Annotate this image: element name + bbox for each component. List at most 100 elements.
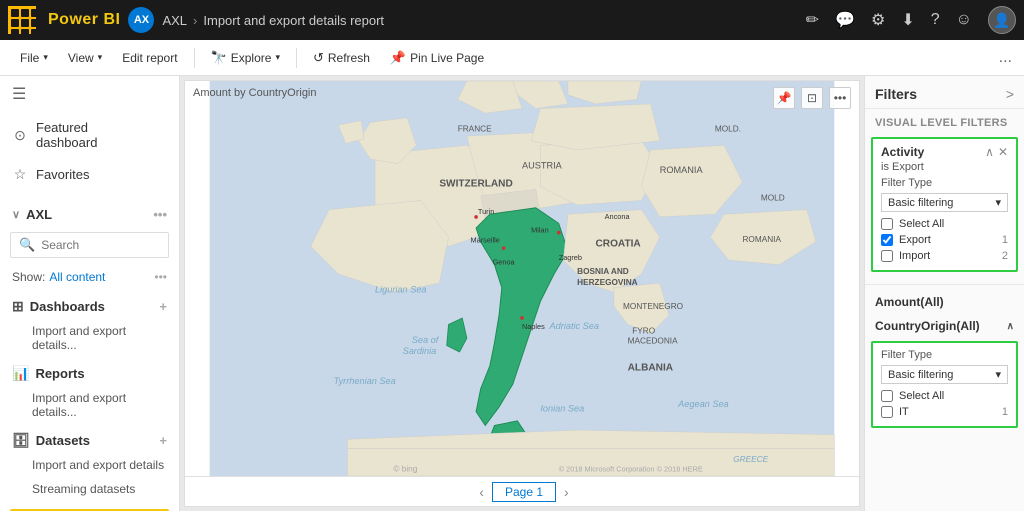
sidebar-section-dashboards[interactable]: ⊞ Dashboards + [0, 290, 179, 319]
svg-text:Marseille: Marseille [471, 236, 500, 245]
svg-text:ROMANIA: ROMANIA [660, 165, 704, 175]
activity-import-row: Import 2 [881, 248, 1008, 264]
edit-report-button[interactable]: Edit report [114, 47, 185, 69]
activity-filter-actions: ∧ ✕ [985, 145, 1008, 159]
sidebar-item-dataset-sub2[interactable]: Streaming datasets [0, 477, 179, 501]
view-button[interactable]: View ▾ [60, 47, 110, 69]
country-it-checkbox[interactable] [881, 406, 893, 418]
pin-live-button[interactable]: 📌 Pin Live Page [382, 46, 492, 70]
country-filter-type-dropdown[interactable]: Basic filtering ▾ [881, 365, 1008, 384]
dashboards-add[interactable]: + [159, 299, 167, 314]
pencil-icon[interactable]: ✏ [806, 10, 819, 30]
svg-text:Adriatic Sea: Adriatic Sea [549, 321, 599, 331]
map-container: SWITZERLAND AUSTRIA ROMANIA CROATIA BOSN… [185, 81, 859, 476]
section-axl-label: AXL [26, 207, 52, 222]
help-icon[interactable]: ? [931, 11, 940, 29]
activity-export-count: 1 [1002, 234, 1008, 246]
toolbar-more-button[interactable]: ... [999, 49, 1012, 67]
svg-text:Ionian Sea: Ionian Sea [540, 404, 584, 414]
amount-filter-label: Amount(All) [865, 289, 1024, 315]
user-avatar[interactable]: 👤 [988, 6, 1016, 34]
more-button[interactable]: ••• [829, 87, 851, 109]
featured-icon: ⊙ [12, 127, 28, 144]
svg-text:Tyrrhenian Sea: Tyrrhenian Sea [334, 376, 396, 386]
top-bar-icons: ✏ 💬 ⚙ ⬇ ? ☺ 👤 [806, 6, 1016, 34]
report-toolbar: 📌 ⊡ ••• [773, 87, 851, 109]
pin-button[interactable]: 📌 [773, 87, 795, 109]
svg-text:MOLD: MOLD [761, 193, 785, 202]
sidebar-item-dataset-sub1[interactable]: Import and export details [0, 453, 179, 477]
activity-export-label: Export [899, 234, 996, 246]
filters-expand-button[interactable]: > [1006, 86, 1014, 102]
sidebar-section-axl[interactable]: ∨ AXL ••• [0, 199, 179, 226]
comment-icon[interactable]: 💬 [835, 10, 855, 30]
svg-text:MOLD.: MOLD. [715, 125, 741, 134]
activity-export-checkbox[interactable] [881, 234, 893, 246]
sidebar-section-reports[interactable]: 📊 Reports [0, 357, 179, 386]
dashboard-sub-label: Import and export details... [32, 324, 126, 352]
page-next-button[interactable]: › [564, 484, 569, 500]
show-label: Show: [12, 270, 45, 284]
datasets-add[interactable]: + [159, 433, 167, 448]
page-tab-label: Page 1 [505, 485, 543, 499]
svg-text:Ancona: Ancona [605, 212, 631, 221]
show-dots[interactable]: ••• [154, 270, 167, 284]
sidebar-item-featured[interactable]: ⊙ Featured dashboard ••• [0, 112, 179, 158]
search-icon: 🔍 [19, 237, 35, 253]
country-filter-header[interactable]: CountryOrigin(All) ∧ [865, 315, 1024, 337]
dataset-sub1-label: Import and export details [32, 458, 164, 472]
activity-filter-collapse[interactable]: ∧ [985, 145, 994, 159]
svg-text:MONTENEGRO: MONTENEGRO [623, 302, 684, 311]
sidebar-item-favorites[interactable]: ☆ Favorites [0, 158, 179, 191]
show-value[interactable]: All content [49, 270, 105, 284]
sidebar-section-datasets[interactable]: 🗄 Datasets + [0, 424, 179, 453]
breadcrumb-separator: › [193, 13, 197, 28]
activity-import-count: 2 [1002, 250, 1008, 262]
settings-icon[interactable]: ⚙ [871, 10, 885, 30]
section-axl-dots[interactable]: ••• [153, 207, 167, 222]
svg-text:Aegean Sea: Aegean Sea [677, 399, 729, 409]
map-svg: SWITZERLAND AUSTRIA ROMANIA CROATIA BOSN… [185, 81, 859, 476]
country-filter-chevron: ∧ [1007, 321, 1014, 332]
svg-text:Naples: Naples [522, 322, 545, 331]
activity-filter-clear[interactable]: ✕ [998, 145, 1008, 159]
svg-text:GREECE: GREECE [733, 455, 768, 464]
breadcrumb-axl[interactable]: AXL [162, 13, 187, 28]
activity-import-checkbox[interactable] [881, 250, 893, 262]
svg-text:Milan: Milan [531, 226, 549, 235]
waffle-icon[interactable] [8, 6, 36, 34]
country-filter-type-value: Basic filtering [888, 369, 953, 381]
dashboards-label: Dashboards [30, 299, 105, 314]
page-prev-button[interactable]: ‹ [479, 484, 484, 500]
svg-text:ROMANIA: ROMANIA [742, 235, 781, 244]
sidebar: ☰ ⊙ Featured dashboard ••• ☆ Favorites ∨… [0, 76, 180, 511]
refresh-button[interactable]: ↺ Refresh [305, 46, 378, 70]
emoji-icon[interactable]: ☺ [956, 11, 972, 29]
map-footer: ‹ Page 1 › [185, 476, 859, 506]
datasets-icon: 🗄 [12, 432, 30, 449]
svg-text:Genoa: Genoa [493, 258, 516, 267]
explore-label: Explore [231, 51, 272, 65]
svg-text:CROATIA: CROATIA [595, 238, 641, 249]
country-select-all-checkbox[interactable] [881, 390, 893, 402]
download-icon[interactable]: ⬇ [901, 10, 914, 30]
refresh-label: Refresh [328, 51, 370, 65]
focus-button[interactable]: ⊡ [801, 87, 823, 109]
explore-button[interactable]: 🔭 Explore ▾ [203, 46, 288, 70]
reports-icon: 📊 [12, 365, 29, 382]
svg-text:Ligurian Sea: Ligurian Sea [375, 284, 427, 294]
country-filter-card: Filter Type Basic filtering ▾ Select All… [871, 341, 1018, 428]
country-filter-type-label: Filter Type [881, 349, 1008, 361]
page-tab-1[interactable]: Page 1 [492, 482, 556, 502]
activity-filter-type-dropdown[interactable]: Basic filtering ▾ [881, 193, 1008, 212]
sidebar-item-report-sub[interactable]: Import and export details... [0, 386, 179, 424]
activity-export-row: Export 1 [881, 232, 1008, 248]
activity-dropdown-caret: ▾ [995, 196, 1001, 209]
sidebar-item-dashboard-sub[interactable]: Import and export details... [0, 319, 179, 357]
top-bar: Power BI AX AXL › Import and export deta… [0, 0, 1024, 40]
file-button[interactable]: File ▾ [12, 47, 56, 69]
sidebar-collapse-button[interactable]: ☰ [0, 76, 179, 112]
search-input[interactable] [41, 238, 160, 252]
favorites-icon: ☆ [12, 166, 28, 183]
activity-select-all-checkbox[interactable] [881, 218, 893, 230]
